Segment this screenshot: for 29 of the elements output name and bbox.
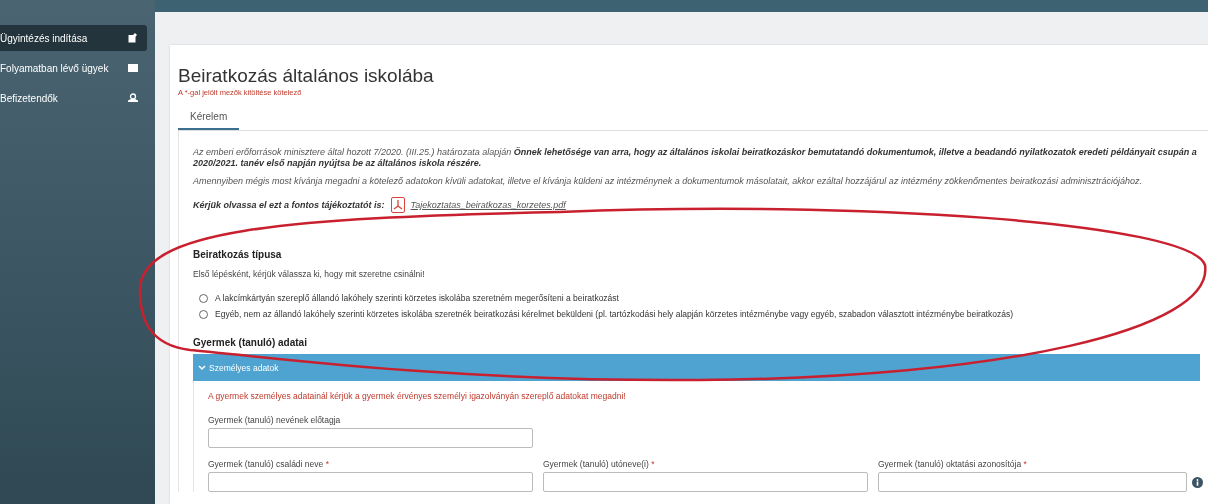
input-field[interactable] (878, 472, 1187, 492)
prompt-text: Első lépésként, kérjük válassza ki, hogy mit szeretne csinálni! (193, 269, 426, 279)
field-label: Gyermek (tanuló) utóneve(i) * (543, 459, 656, 469)
radio-label[interactable]: Egyéb, nem az állandó lakóhely szerinti körzetes iskolába szeretnék beiratkozási kérelmet beküldeni (pl. tartózkodási hely alapján körzetes intézménybe vagy egyéb, szabadon választott intézménybe beiratkozás) (215, 309, 1013, 319)
sidebar-item[interactable]: Befizetendők (0, 85, 147, 111)
input-field[interactable] (543, 472, 868, 492)
section-heading: Beiratkozás típusa (193, 249, 283, 260)
warning-text: A gyermek személyes adatainál kérjük a gyermek érvényes személyi igazolványán szereplő adatokat megadni! (208, 391, 627, 401)
info-paragraph: Az emberi erőforrások minisztere által hozott 7/2020. (III.25.) határozata alapján Önnek lehetősége van arra, hogy az általános iskolai beiratkozáskor bemutatandó dokumentumok, illetve a beadandó nyilatkozatok eredeti példányait csupán a 2020/2021. tanév első napján nyújtsa be az általános iskola részére. (193, 147, 1198, 169)
radio-label[interactable]: A lakcímkártyán szereplő állandó lakóhely szerinti körzetes iskolába szeretném megerősíteni a beiratkozást (215, 293, 619, 303)
card-icon (128, 64, 138, 72)
field-label: Gyermek (tanuló) oktatási azonosítója * (878, 459, 1028, 469)
input-field[interactable] (208, 472, 533, 492)
field-label: Gyermek (tanuló) családi neve * (208, 459, 330, 469)
pdf-icon (390, 197, 405, 213)
info-paragraph: Amennyiben mégis most kívánja megadni a kötelező adatokon kívüli adatokat, illetve el kívánja küldeni az intézménynek a dokumentumok másolatait, akkor ezáltal hozzájárul az intézmény zökkenőmentes beiratkozási adminisztrációjához. (193, 176, 1143, 187)
field-label: Gyermek (tanuló) nevének előtagja (208, 415, 342, 425)
chevron-icon (198, 364, 206, 371)
attachment-link[interactable]: Tajekoztatas_beiratkozas_korzetes.pdf (410, 200, 566, 210)
section-heading: Gyermek (tanuló) adatai (193, 337, 308, 348)
sidebar-item[interactable]: Folyamatban lévő ügyek (0, 55, 147, 81)
notice-label: Kérjük olvassa el ezt a fontos tájékoztatót is: (193, 200, 385, 210)
edit-note-icon (128, 33, 138, 43)
hand-coin-icon (128, 93, 138, 103)
info-icon[interactable] (1192, 476, 1203, 488)
sidebar-item[interactable]: Ügyintézés indítása (0, 25, 147, 51)
page-title: Beiratkozás általános iskolába (178, 65, 435, 87)
input-field[interactable] (208, 428, 533, 448)
tab[interactable]: Kérelem (178, 104, 240, 130)
